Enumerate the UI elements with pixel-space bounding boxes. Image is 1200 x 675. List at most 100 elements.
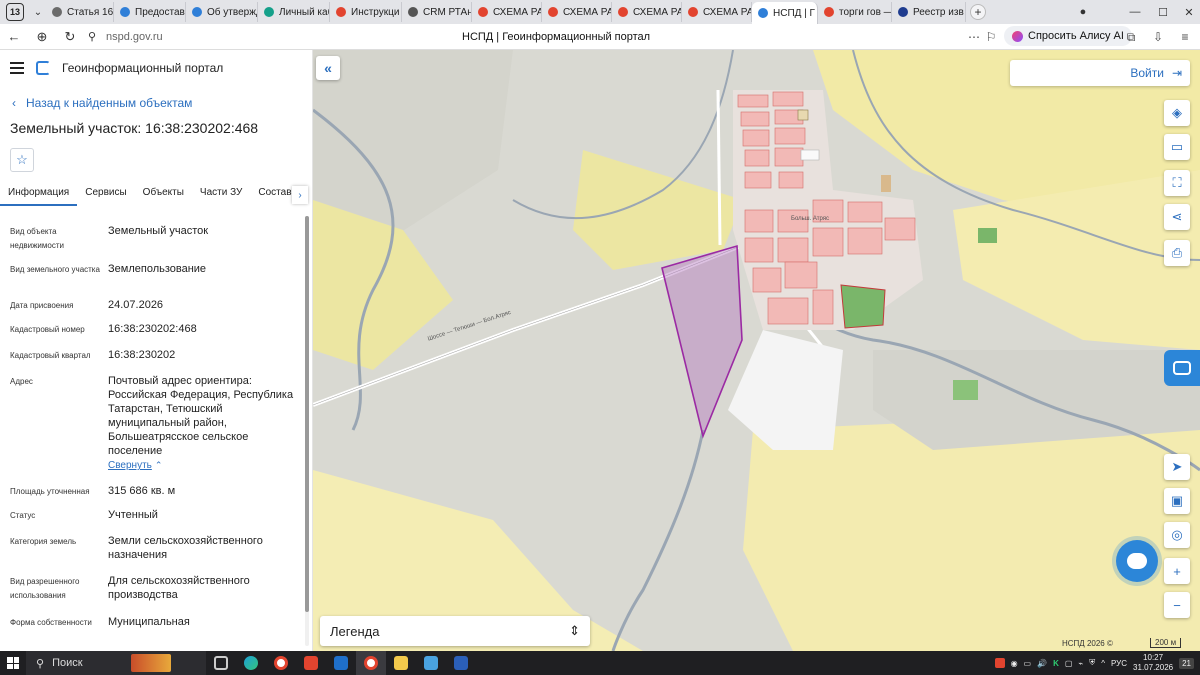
select-area-icon[interactable]: ⛶ [1164, 170, 1190, 196]
new-tab-button[interactable]: + [970, 4, 986, 20]
clock-date: 31.07.2026 [1133, 663, 1174, 672]
minimap-icon[interactable]: ▣ [1164, 488, 1190, 514]
chevron-up-icon: ⌃ [154, 460, 163, 470]
browser-tab[interactable]: НСПД | Г✕ [752, 2, 818, 24]
collapse-link[interactable]: Свернуть ⌃ [108, 458, 298, 473]
login-label: Войти [1130, 66, 1164, 80]
tab-label: СХЕМА РАС [563, 6, 611, 18]
browser-tab[interactable]: CRM РТАн [402, 2, 472, 22]
alisa-icon [1012, 30, 1023, 42]
favorite-star-icon[interactable]: ☆ [10, 148, 34, 172]
browser-tab[interactable]: СХЕМА РАС [682, 2, 752, 22]
windows-start-icon[interactable] [0, 651, 26, 675]
tab-label: НСПД | Г [773, 7, 815, 19]
tray-app-icon[interactable] [994, 658, 1005, 668]
taskbar-search[interactable]: ⚲ Поиск [26, 651, 206, 675]
notifications-badge[interactable]: 21 [1179, 657, 1194, 669]
tray-recorder-icon[interactable]: ◉ [1011, 659, 1018, 668]
hamburger-icon[interactable] [10, 62, 24, 74]
tab-favicon-icon [688, 7, 698, 17]
tabs-scroll-right-icon[interactable]: › [292, 186, 308, 204]
back-to-results-link[interactable]: ‹ Назад к найденным объектам [12, 96, 192, 110]
tray-network-icon[interactable]: ▭ [1024, 659, 1032, 668]
login-button[interactable]: Войти ⇥ [1010, 60, 1190, 86]
tray-sound-icon[interactable]: 🔊 [1037, 659, 1047, 668]
tray-language[interactable]: РУС [1111, 659, 1127, 668]
tray-drive-icon[interactable]: ▢ [1065, 659, 1073, 668]
ask-alisa-button[interactable]: Спросить Алису AI [1004, 26, 1132, 46]
feedback-tab-icon[interactable] [1164, 350, 1200, 386]
yandex-active-app-icon[interactable] [356, 651, 386, 675]
search-icon: ⚲ [36, 657, 45, 670]
chevron-down-icon[interactable]: ⌄ [30, 3, 46, 21]
tray-clock[interactable]: 10:27 31.07.2026 [1133, 653, 1173, 673]
bookmark-icon[interactable]: ⚐ [982, 28, 1000, 46]
page-title: НСПД | Геоинформационный портал [462, 31, 651, 43]
browser-tab[interactable]: торги гов — [818, 2, 892, 22]
store-app-icon[interactable] [416, 651, 446, 675]
panel-scrollbar-thumb[interactable] [305, 216, 309, 612]
prop-area: Площадь уточненная 315 686 кв. м [10, 484, 300, 499]
tray-k-icon[interactable]: K [1053, 659, 1059, 668]
prop-key: Статус [10, 511, 36, 520]
location-pin-icon[interactable]: ◎ [1164, 522, 1190, 548]
more-icon[interactable]: ⋯ [965, 28, 983, 46]
layers-icon[interactable]: ◈ [1164, 100, 1190, 126]
tab-label: CRM РТАн [423, 6, 472, 18]
reload-icon[interactable]: ↻ [56, 24, 84, 50]
tab-objects[interactable]: Объекты [135, 182, 192, 206]
downloads-icon[interactable]: ⇩ [1149, 28, 1167, 46]
ruler-icon[interactable]: ▭ [1164, 134, 1190, 160]
geolocation-icon[interactable]: ➤ [1164, 454, 1190, 480]
browser-tab[interactable]: Личный каб [258, 2, 330, 22]
search-placeholder: Поиск [52, 657, 83, 669]
system-tray: ◉ ▭ 🔊 K ▢ ⌁ ⛨ ^ РУС 10:27 31.07.2026 21 [994, 651, 1200, 675]
map-view[interactable]: Шоссе — Тетюши — Бол.Атряс Больш. Атряс [313, 50, 1200, 651]
browser-tab[interactable]: Реестр изв [892, 2, 966, 22]
prop-cadastral-quarter: Кадастровый квартал 16:38:230202 [10, 348, 300, 363]
protect-icon[interactable]: ⊕ [28, 24, 56, 50]
yandex-app-icon[interactable] [266, 651, 296, 675]
tab-information[interactable]: Информация [0, 182, 78, 206]
edge-app-icon[interactable] [236, 651, 266, 675]
tray-more-icon[interactable]: ^ [1101, 659, 1105, 668]
zoom-in-icon[interactable]: + [1164, 558, 1190, 584]
maximize-icon[interactable]: ☐ [1150, 0, 1176, 24]
task-view-icon[interactable] [206, 651, 236, 675]
minimize-icon[interactable]: — [1122, 0, 1148, 24]
object-title: Земельный участок: 16:38:230202:468 [10, 120, 259, 136]
word-app-icon[interactable] [446, 651, 476, 675]
browser-tab[interactable]: Инструкци [330, 2, 402, 22]
browser-tab[interactable]: СХЕМА РАС [612, 2, 682, 22]
address-text: Почтовый адрес ориентира: Российская Фед… [108, 375, 294, 457]
extensions-icon[interactable]: ⧉ [1122, 28, 1140, 46]
tab-favicon-icon [120, 7, 130, 17]
file-explorer-icon[interactable] [386, 651, 416, 675]
browser-tab[interactable]: СХЕМА РАС [542, 2, 612, 22]
chat-icon[interactable] [1116, 540, 1158, 582]
browser-tab[interactable]: Об утвержд [186, 2, 258, 22]
tab-count-badge[interactable]: 13 [6, 3, 24, 21]
tray-shield-icon[interactable]: ⛨ [1089, 658, 1095, 668]
legend-dropdown[interactable]: Легенда ⇕ [320, 616, 590, 646]
tab-parts[interactable]: Части ЗУ [192, 182, 250, 206]
yandex-browser-icon[interactable] [296, 651, 326, 675]
close-window-icon[interactable]: ✕ [1176, 0, 1200, 24]
browser-tab[interactable]: Статья 16 \ [46, 2, 114, 22]
tab-services[interactable]: Сервисы [77, 182, 134, 206]
profile-avatar-icon[interactable]: ● [1070, 0, 1096, 24]
prop-permitted-use: Вид разрешенного использования Для сельс… [10, 574, 300, 603]
collapse-panel-icon[interactable]: « [316, 56, 340, 80]
back-arrow-icon[interactable]: ← [0, 24, 28, 50]
tray-usb-icon[interactable]: ⌁ [1078, 659, 1083, 668]
zoom-out-icon[interactable]: − [1164, 592, 1190, 618]
share-icon[interactable]: ⋖ [1164, 204, 1190, 230]
browser-menu-icon[interactable]: ≡ [1176, 28, 1194, 46]
print-icon[interactable]: ⎙ [1164, 240, 1190, 266]
tab-favicon-icon [548, 7, 558, 17]
map-canvas[interactable]: Шоссе — Тетюши — Бол.Атряс Больш. Атряс [313, 50, 1200, 651]
browser-tab[interactable]: СХЕМА РАС [472, 2, 542, 22]
browser-tab[interactable]: Предостав [114, 2, 186, 22]
outlook-app-icon[interactable] [326, 651, 356, 675]
url-field[interactable]: nspd.gov.ru [106, 31, 163, 43]
